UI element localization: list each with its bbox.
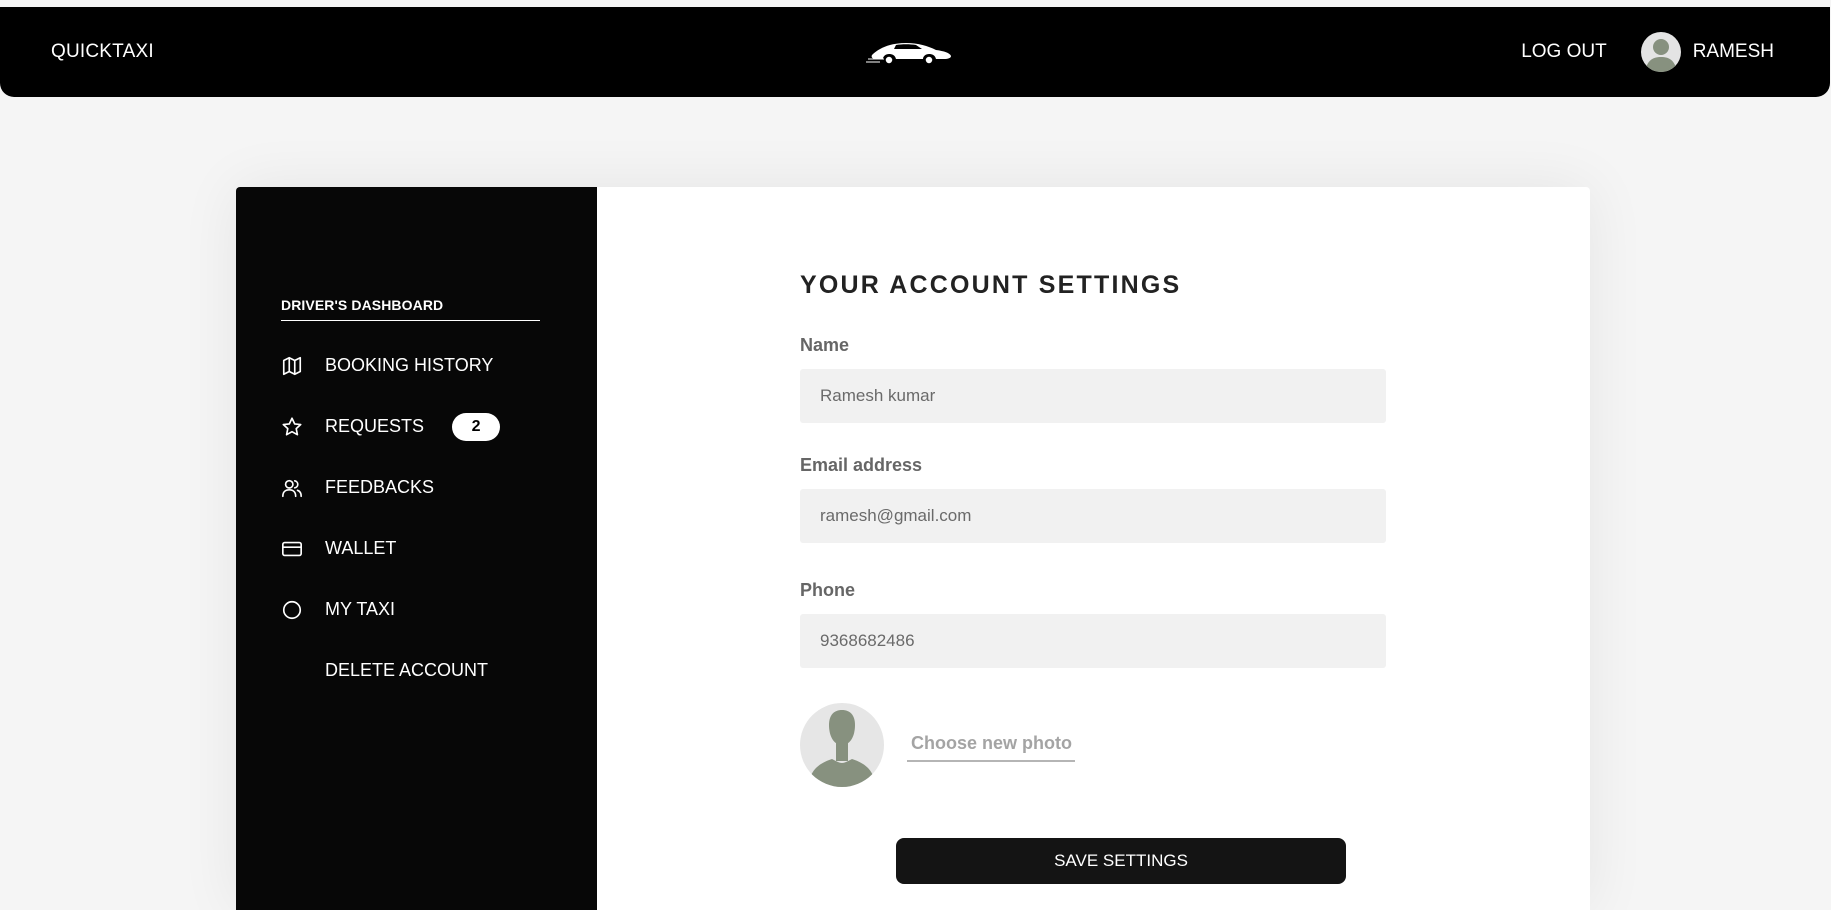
- sidebar-title: DRIVER'S DASHBOARD: [281, 297, 540, 321]
- page-title: YOUR ACCOUNT SETTINGS: [800, 271, 1182, 299]
- car-icon: [866, 33, 954, 67]
- sidebar-item-booking-history[interactable]: BOOKING HISTORY: [281, 335, 581, 396]
- sidebar-item-label: FEEDBACKS: [325, 477, 435, 497]
- user-menu[interactable]: RAMESH: [1640, 32, 1774, 72]
- phone-field[interactable]: [800, 614, 1386, 668]
- user-avatar-icon: [1640, 32, 1681, 72]
- sidebar-nav: BOOKING HISTORY REQUESTS 2 FEEDBACKS WAL…: [281, 335, 581, 701]
- star-icon: [281, 416, 303, 438]
- sidebar-item-requests[interactable]: REQUESTS 2: [281, 396, 581, 457]
- user-name: RAMESH: [1692, 41, 1774, 62]
- sidebar-item-label: REQUESTS: [325, 416, 425, 436]
- circle-icon: [281, 599, 303, 621]
- email-field[interactable]: [800, 489, 1386, 543]
- sidebar-item-my-taxi[interactable]: MY TAXI: [281, 579, 581, 640]
- sidebar-item-label: MY TAXI: [325, 599, 396, 619]
- sidebar-item-label: WALLET: [325, 538, 397, 558]
- sidebar-item-delete-account[interactable]: DELETE ACCOUNT: [281, 640, 581, 701]
- credit-card-icon: [281, 538, 303, 560]
- sidebar-item-wallet[interactable]: WALLET: [281, 518, 581, 579]
- name-field[interactable]: [800, 369, 1386, 423]
- sidebar-item-feedbacks[interactable]: FEEDBACKS: [281, 457, 581, 518]
- phone-label: Phone: [800, 580, 856, 600]
- sidebar: DRIVER'S DASHBOARD BOOKING HISTORY REQUE…: [236, 187, 597, 910]
- map-icon: [281, 355, 303, 377]
- users-icon: [281, 477, 303, 499]
- profile-photo-avatar: [800, 703, 884, 787]
- email-label: Email address: [800, 455, 923, 475]
- brand-name[interactable]: QUICKTAXI: [51, 41, 154, 63]
- logout-link[interactable]: LOG OUT: [1521, 41, 1607, 63]
- settings-card: DRIVER'S DASHBOARD BOOKING HISTORY REQUE…: [236, 187, 1590, 910]
- top-right-actions: LOG OUT RAMESH: [1521, 32, 1774, 72]
- choose-photo-link[interactable]: Choose new photo: [907, 733, 1075, 762]
- save-settings-button[interactable]: SAVE SETTINGS: [896, 838, 1346, 884]
- sidebar-item-label: DELETE ACCOUNT: [325, 660, 489, 680]
- requests-count-badge: 2: [452, 412, 501, 441]
- sidebar-item-label: BOOKING HISTORY: [325, 355, 494, 375]
- name-label: Name: [800, 335, 850, 355]
